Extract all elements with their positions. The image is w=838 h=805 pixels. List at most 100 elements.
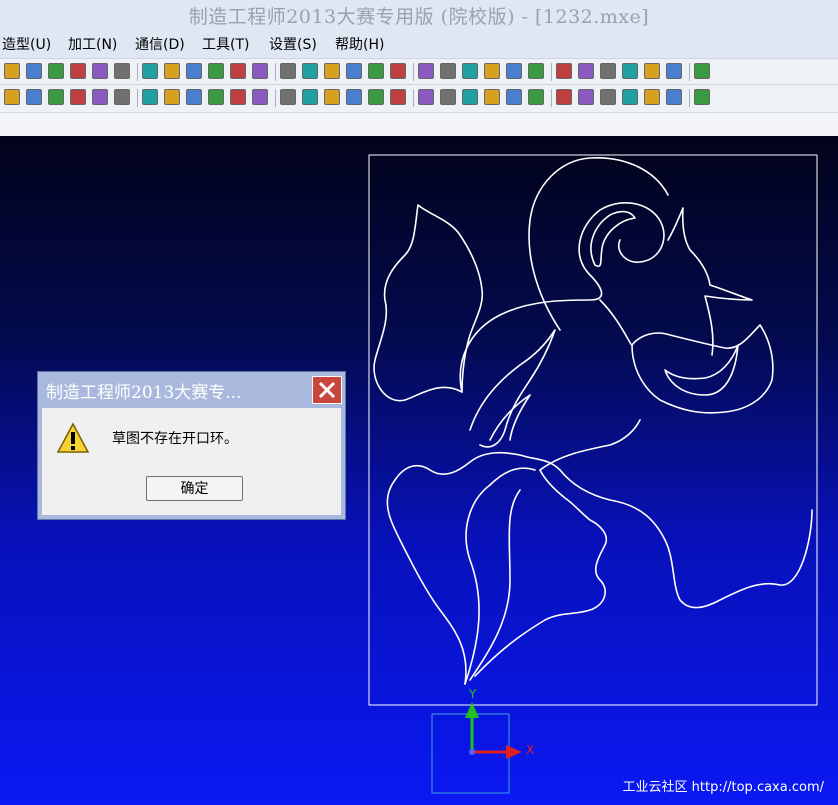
lower-loop xyxy=(539,419,641,471)
path11-icon[interactable] xyxy=(694,89,710,105)
roll-icon[interactable] xyxy=(142,89,158,105)
view-icon[interactable] xyxy=(418,63,434,79)
ok-button[interactable]: 确定 xyxy=(146,476,243,501)
layer-icon[interactable] xyxy=(186,63,202,79)
filter-icon[interactable] xyxy=(114,63,130,79)
redo-icon[interactable] xyxy=(48,63,64,79)
dialog-message: 草图不存在开口环。 xyxy=(112,431,238,447)
cut-icon[interactable] xyxy=(4,89,20,105)
path7-icon[interactable] xyxy=(600,89,616,105)
menu-machining[interactable]: 加工(N) xyxy=(68,34,117,54)
eye-crescent xyxy=(664,344,739,396)
pick-icon[interactable] xyxy=(462,63,478,79)
origin-point xyxy=(469,749,475,755)
dialog-body: 草图不存在开口环。 确定 xyxy=(42,408,341,515)
rotate-icon[interactable] xyxy=(302,63,318,79)
layer2-icon[interactable] xyxy=(26,89,42,105)
body-curve xyxy=(459,202,665,393)
y-axis-label: Y xyxy=(468,687,477,701)
main-toolbar xyxy=(0,58,838,85)
menu-help[interactable]: 帮助(H) xyxy=(335,34,384,54)
path2-icon[interactable] xyxy=(484,89,500,105)
zoom-in-icon[interactable] xyxy=(252,63,268,79)
drill2-icon[interactable] xyxy=(418,89,434,105)
zoom-scale-icon[interactable] xyxy=(280,63,296,79)
punch-icon[interactable] xyxy=(114,89,130,105)
warning-dialog: 制造工程师2013大赛专... 草图不存在开口环。 确定 xyxy=(37,371,346,520)
window-title: 制造工程师2013大赛专用版 (院校版) - [1232.mxe] xyxy=(188,6,650,28)
wing-left xyxy=(373,204,484,402)
close-icon[interactable] xyxy=(312,376,342,404)
fillet-icon[interactable] xyxy=(600,63,616,79)
rib-icon[interactable] xyxy=(644,63,660,79)
beak xyxy=(667,207,753,356)
upper-loop xyxy=(528,157,669,331)
path10-icon[interactable] xyxy=(666,89,682,105)
undo-icon[interactable] xyxy=(26,63,42,79)
face-icon[interactable] xyxy=(252,89,268,105)
path6-icon[interactable] xyxy=(578,89,594,105)
watermark: 工业云社区 http://top.caxa.com/ xyxy=(622,780,824,795)
menu-bar: 造型(U) 加工(N) 通信(D) 工具(T) 设置(S) 帮助(H) xyxy=(0,28,838,58)
section-icon[interactable] xyxy=(440,63,456,79)
grid3-icon[interactable] xyxy=(230,89,246,105)
path9-icon[interactable] xyxy=(644,89,660,105)
stack-icon[interactable] xyxy=(48,89,64,105)
surface-icon[interactable] xyxy=(484,63,500,79)
curve-icon[interactable] xyxy=(92,89,108,105)
head-curve xyxy=(631,324,774,414)
extrude-icon[interactable] xyxy=(506,63,522,79)
title-bar: 制造工程师2013大赛专用版 (院校版) - [1232.mxe] xyxy=(0,0,838,28)
hidden-line-icon[interactable] xyxy=(368,63,384,79)
car-icon[interactable] xyxy=(164,89,180,105)
toolbar-separator xyxy=(551,63,552,81)
drill3-icon[interactable] xyxy=(440,89,456,105)
drill1-icon[interactable] xyxy=(390,89,406,105)
neck-curve xyxy=(599,299,633,346)
gear-icon[interactable] xyxy=(324,89,340,105)
path3-icon[interactable] xyxy=(506,89,522,105)
menu-modeling[interactable]: 造型(U) xyxy=(2,34,51,54)
x-axis-label: X xyxy=(526,743,534,757)
zoom-window-icon[interactable] xyxy=(230,63,246,79)
toolbar-separator xyxy=(137,89,138,107)
toolbar-separator xyxy=(689,63,690,81)
tool-icon[interactable] xyxy=(368,89,384,105)
path5-icon[interactable] xyxy=(556,89,572,105)
axis-icon[interactable] xyxy=(346,89,362,105)
path8-icon[interactable] xyxy=(622,89,638,105)
query-icon[interactable] xyxy=(142,63,158,79)
x-axis-arrow xyxy=(506,745,522,759)
hole-icon[interactable] xyxy=(280,89,296,105)
revolve-icon[interactable] xyxy=(528,63,544,79)
move-icon[interactable] xyxy=(324,63,340,79)
wing-feather xyxy=(489,394,531,441)
shell-icon[interactable] xyxy=(578,63,594,79)
loft-icon[interactable] xyxy=(556,63,572,79)
warning-icon xyxy=(56,422,90,453)
wireframe-icon[interactable] xyxy=(346,63,362,79)
chamfer-icon[interactable] xyxy=(622,63,638,79)
pattern-icon[interactable] xyxy=(666,63,682,79)
menu-settings[interactable]: 设置(S) xyxy=(269,34,317,54)
wave-icon[interactable] xyxy=(302,89,318,105)
sketch-icon[interactable] xyxy=(92,63,108,79)
light-icon[interactable] xyxy=(70,63,86,79)
paste-icon[interactable] xyxy=(4,63,20,79)
path1-icon[interactable] xyxy=(462,89,478,105)
toolbar-separator xyxy=(413,89,414,107)
shaded-icon[interactable] xyxy=(390,63,406,79)
toolbar-separator xyxy=(275,89,276,107)
sphere-icon[interactable] xyxy=(70,89,86,105)
pan-icon[interactable] xyxy=(208,63,224,79)
grid1-icon[interactable] xyxy=(186,89,202,105)
solid-icon[interactable] xyxy=(694,63,710,79)
tail-crescent xyxy=(590,210,636,267)
help-icon[interactable] xyxy=(164,63,180,79)
machining-toolbar xyxy=(0,84,838,113)
path4-icon[interactable] xyxy=(528,89,544,105)
grid2-icon[interactable] xyxy=(208,89,224,105)
menu-communication[interactable]: 通信(D) xyxy=(135,34,185,54)
status-strip xyxy=(0,112,838,137)
menu-tools[interactable]: 工具(T) xyxy=(202,34,249,54)
